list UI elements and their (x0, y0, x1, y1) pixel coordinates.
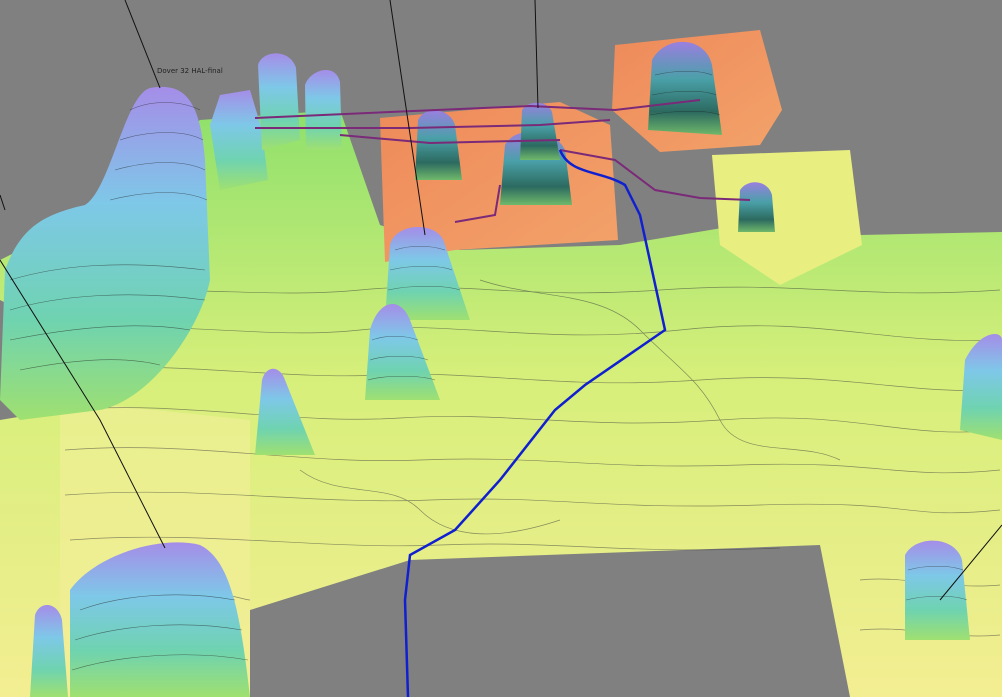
peak-left-spire-1 (258, 53, 300, 151)
peak-right-small (738, 182, 775, 232)
peak-left-spire-2 (305, 70, 342, 150)
peak-bottom-right (905, 540, 970, 640)
terrain-scene[interactable] (0, 0, 1002, 697)
3d-viewport[interactable]: Dover 32 HAL-final (0, 0, 1002, 697)
peak-left-top (210, 90, 268, 190)
well-label: Dover 32 HAL-final (157, 67, 223, 75)
